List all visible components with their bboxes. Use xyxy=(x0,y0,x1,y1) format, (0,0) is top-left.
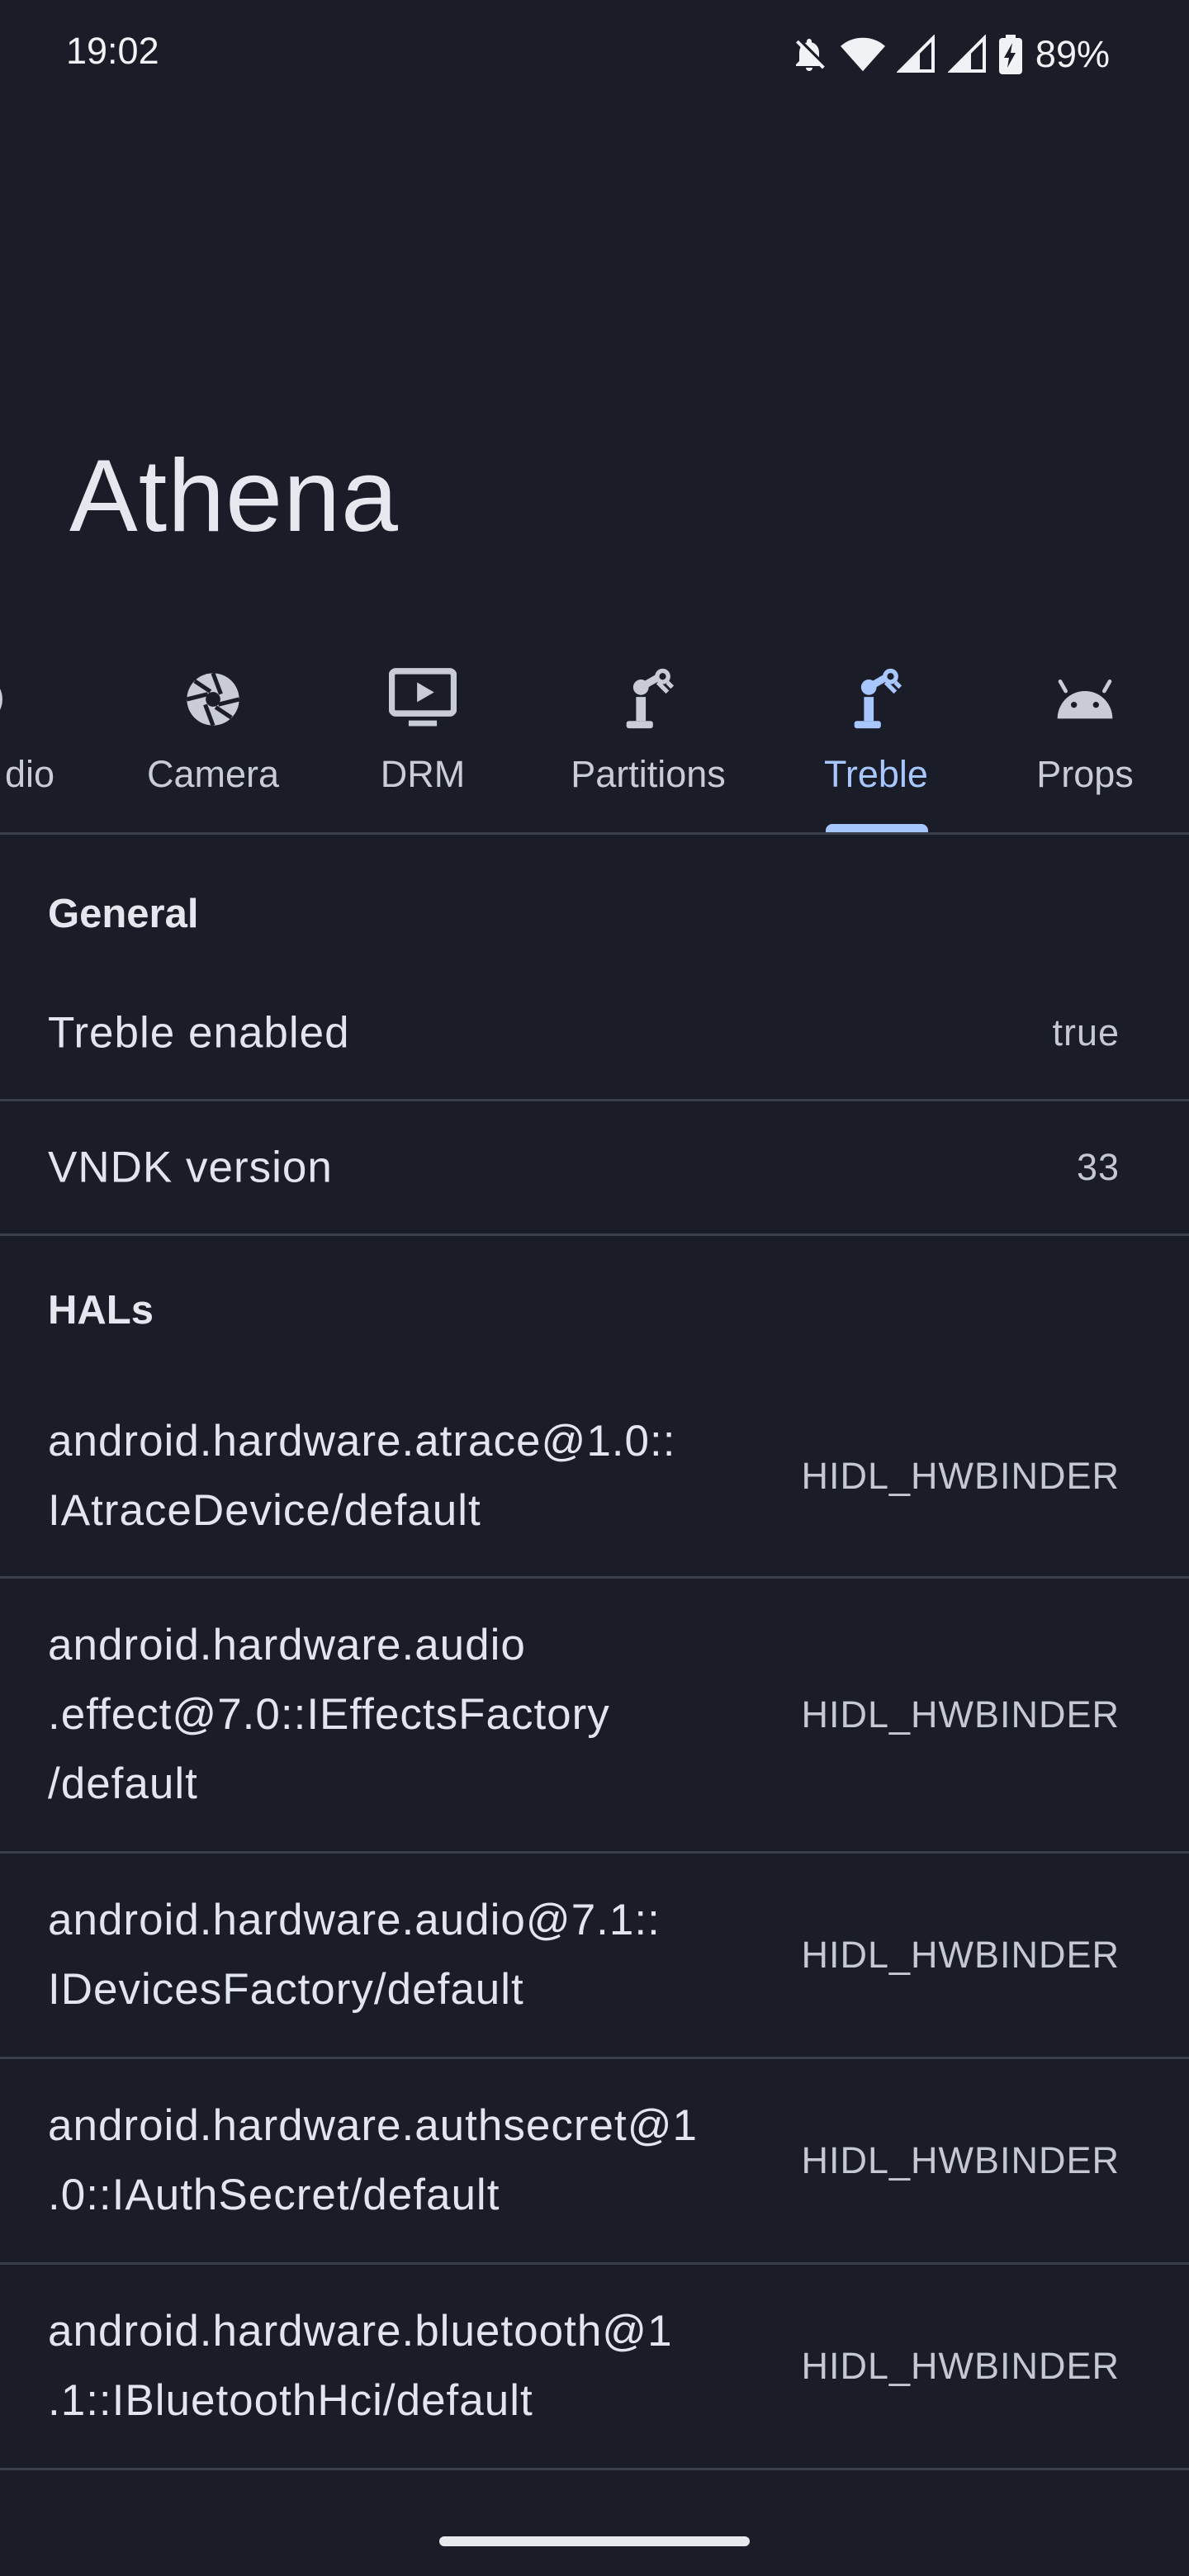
list-item: Treble enabled true xyxy=(0,967,1189,1101)
status-icons: 89% xyxy=(789,30,1110,79)
wifi-icon xyxy=(840,35,885,74)
drm-play-icon xyxy=(386,662,460,736)
hal-name-line: android.hardware.audio@7.1:: xyxy=(48,1896,661,1944)
android-icon xyxy=(1048,662,1122,736)
status-bar: 19:02 89% xyxy=(0,0,1189,107)
signal-icon xyxy=(896,35,936,74)
section-title: General xyxy=(48,892,199,936)
hal-transport: HIDL_HWBINDER xyxy=(801,2345,1120,2387)
hal-row: android.hardware.audio .effect@7.0::IEff… xyxy=(0,1579,1189,1854)
hal-name-line: .1::IBluetoothHci/default xyxy=(48,2376,533,2425)
hal-row: android.hardware.authsecret@1 .0::IAuthS… xyxy=(0,2059,1189,2265)
signal-icon-2 xyxy=(947,35,988,74)
hal-transport: HIDL_HWBINDER xyxy=(801,1693,1120,1735)
active-tab-indicator xyxy=(826,824,928,832)
audio-icon xyxy=(0,662,37,736)
hal-row: android.hardware.bluetooth@1 .1::IBlueto… xyxy=(0,2265,1189,2470)
tab-camera[interactable]: Camera xyxy=(130,636,296,832)
bell-off-icon xyxy=(789,35,829,74)
section-header-hals: HALs xyxy=(0,1236,1189,1376)
content-list[interactable]: General Treble enabled true VNDK version… xyxy=(0,835,1189,2470)
camera-aperture-icon xyxy=(176,662,250,736)
battery-percent: 89% xyxy=(1035,33,1110,75)
hal-name-line: android.hardware.audio xyxy=(48,1621,526,1669)
item-value: true xyxy=(1052,1011,1120,1054)
hal-name-line: /default xyxy=(48,1759,198,1808)
tab-label-drm: DRM xyxy=(380,753,466,795)
item-key: VNDK version xyxy=(48,1143,333,1192)
hal-name: android.hardware.audio@7.1:: IDevicesFac… xyxy=(48,1886,758,2024)
screen: 19:02 89% Athena dio Camera DRM Partitio… xyxy=(0,0,1189,2576)
hal-name-line: .0::IAuthSecret/default xyxy=(48,2171,500,2219)
tab-label-props: Props xyxy=(1036,753,1134,795)
tab-bar: dio Camera DRM Partitions Treble Props xyxy=(0,636,1189,835)
tab-audio[interactable]: dio xyxy=(0,636,79,832)
hal-name: android.hardware.authsecret@1 .0::IAuthS… xyxy=(48,2091,758,2230)
status-time: 19:02 xyxy=(66,30,159,72)
hal-name-line: android.hardware.bluetooth@1 xyxy=(48,2307,673,2356)
hal-transport: HIDL_HWBINDER xyxy=(801,1934,1120,1976)
hal-name: android.hardware.bluetooth@1 .1::IBlueto… xyxy=(48,2297,758,2436)
hal-name-line: android.hardware.authsecret@1 xyxy=(48,2101,698,2150)
hal-name: android.hardware.audio .effect@7.0::IEff… xyxy=(48,1611,758,1819)
hal-name-line: .effect@7.0::IEffectsFactory xyxy=(48,1690,610,1739)
item-key: Treble enabled xyxy=(48,1008,350,1058)
hal-row: android.hardware.atrace@1.0:: IAtraceDev… xyxy=(0,1376,1189,1579)
tab-props[interactable]: Props xyxy=(1021,636,1149,832)
hal-row: android.hardware.audio@7.1:: IDevicesFac… xyxy=(0,1854,1189,2059)
tab-label-camera: Camera xyxy=(146,753,280,795)
hal-transport: HIDL_HWBINDER xyxy=(801,2139,1120,2181)
tab-label-partitions: Partitions xyxy=(571,753,726,795)
list-item: VNDK version 33 xyxy=(0,1101,1189,1236)
item-value: 33 xyxy=(1076,1146,1120,1188)
tab-label-audio: dio xyxy=(4,753,54,795)
app-title: Athena xyxy=(69,439,400,553)
section-title: HALs xyxy=(48,1288,154,1333)
battery-charging-icon xyxy=(998,35,1022,74)
hal-name-line: IDevicesFactory/default xyxy=(48,1965,524,2014)
gesture-nav-handle[interactable] xyxy=(439,2536,750,2546)
tab-partitions[interactable]: Partitions xyxy=(545,636,751,832)
robot-arm-icon xyxy=(611,662,685,736)
hal-name-line: android.hardware.atrace@1.0:: xyxy=(48,1417,676,1466)
tab-label-treble: Treble xyxy=(824,753,928,795)
tab-treble[interactable]: Treble xyxy=(806,636,946,832)
hal-transport: HIDL_HWBINDER xyxy=(801,1455,1120,1497)
tab-drm[interactable]: DRM xyxy=(350,636,495,832)
hal-name-line: IAtraceDevice/default xyxy=(48,1486,481,1535)
robot-arm-icon xyxy=(839,662,913,736)
hal-name: android.hardware.atrace@1.0:: IAtraceDev… xyxy=(48,1407,758,1546)
